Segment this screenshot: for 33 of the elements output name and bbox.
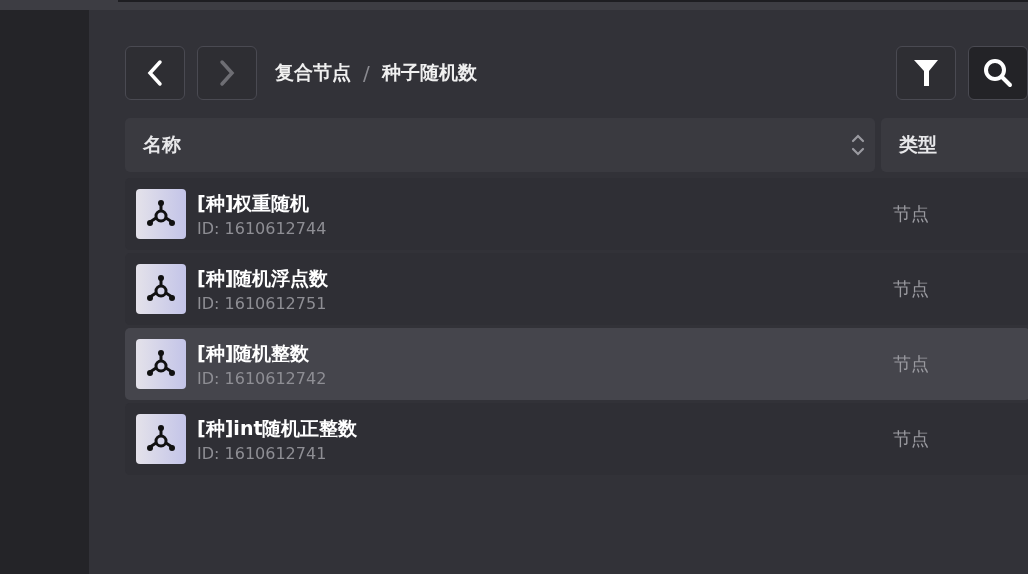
node-graph-icon <box>146 349 176 379</box>
node-id: ID: 1610612741 <box>197 443 328 463</box>
node-graph-icon <box>146 199 176 229</box>
back-button[interactable] <box>125 46 185 100</box>
table-row[interactable]: [种]随机浮点数 ID: 1610612751 节点 <box>125 253 1028 325</box>
breadcrumb-separator: / <box>363 61 370 85</box>
column-header[interactable]: 名称 <box>125 118 875 172</box>
table-row[interactable]: [种]随机整数 ID: 1610612742 节点 <box>125 328 1028 400</box>
table-row[interactable]: [种]权重随机 ID: 1610612744 节点 <box>125 178 1028 250</box>
node-graph-icon <box>146 274 176 304</box>
sort-icon <box>851 133 865 157</box>
node-type: 节点 <box>893 202 929 226</box>
node-id: ID: 1610612751 <box>197 293 328 313</box>
search-button[interactable] <box>968 46 1028 100</box>
breadcrumb-item[interactable]: 种子随机数 <box>381 60 477 86</box>
node-type: 节点 <box>893 277 929 301</box>
search-icon <box>982 57 1014 89</box>
node-name: [种]随机浮点数 <box>197 265 330 291</box>
node-name: [种]随机整数 <box>197 340 311 366</box>
node-id: ID: 1610612744 <box>197 218 328 238</box>
filter-button[interactable] <box>896 46 956 100</box>
table-row[interactable]: [种]int随机正整数 ID: 1610612741 节点 <box>125 403 1028 475</box>
node-type: 节点 <box>893 427 929 451</box>
node-graph-icon <box>146 424 176 454</box>
chevron-left-icon <box>146 59 164 87</box>
node-id: ID: 1610612742 <box>197 368 328 388</box>
node-type: 节点 <box>893 352 929 376</box>
chevron-right-icon <box>218 59 236 87</box>
filter-icon <box>913 58 939 88</box>
node-name: [种]int随机正整数 <box>197 415 359 441</box>
breadcrumb-item[interactable]: 复合节点 <box>275 60 351 86</box>
node-name: [种]权重随机 <box>197 190 311 216</box>
column-header: 类型 <box>881 118 1028 172</box>
